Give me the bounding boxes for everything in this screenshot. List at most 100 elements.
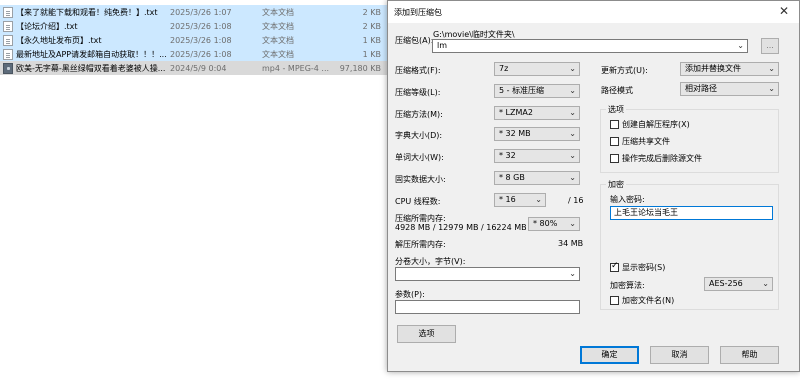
checkbox-box bbox=[610, 137, 619, 146]
enc-method-label: 加密算法: bbox=[610, 281, 645, 290]
file-name: 【论坛介绍】.txt bbox=[16, 21, 78, 31]
help-button[interactable]: 帮助 bbox=[720, 346, 779, 364]
password-input[interactable]: 上毛王论坛当毛王 bbox=[610, 206, 773, 220]
file-row[interactable]: 【论坛介绍】.txt 2025/3/26 1:08 文本文档 2 KB bbox=[0, 19, 387, 33]
enc-method-value: AES-256 bbox=[709, 279, 743, 288]
file-size: 1 KB bbox=[362, 49, 381, 59]
file-row[interactable]: 【来了就能下载和观看！纯免费！】.txt 2025/3/26 1:07 文本文档… bbox=[0, 5, 387, 19]
file-name: 【来了就能下载和观看！纯免费！】.txt bbox=[16, 7, 158, 17]
chevron-down-icon: ⌄ bbox=[762, 279, 769, 288]
shared-checkbox[interactable]: 压缩共享文件 bbox=[610, 136, 670, 147]
word-value: * 32 bbox=[499, 151, 516, 160]
chevron-down-icon: ⌄ bbox=[737, 41, 744, 50]
file-name: 【永久地址发布页】.txt bbox=[16, 35, 102, 45]
file-name: 欧美-无字幕-黑丝绿帽双看着老婆被人操... bbox=[16, 63, 166, 73]
file-type: 文本文档 bbox=[262, 7, 294, 17]
chevron-down-icon: ⌄ bbox=[768, 64, 775, 73]
show-password-checkbox[interactable]: 显示密码(S) bbox=[610, 261, 666, 273]
file-date: 2025/3/26 1:08 bbox=[170, 21, 232, 31]
file-size: 97,180 KB bbox=[339, 63, 381, 73]
close-icon[interactable]: ✕ bbox=[779, 4, 789, 18]
browse-button[interactable]: ... bbox=[761, 38, 779, 54]
file-list: 【来了就能下载和观看！纯免费！】.txt 2025/3/26 1:07 文本文档… bbox=[0, 0, 387, 389]
method-select[interactable]: * LZMA2 ⌄ bbox=[494, 106, 580, 120]
chevron-down-icon: ⌄ bbox=[569, 64, 576, 73]
file-date: 2025/3/26 1:08 bbox=[170, 35, 232, 45]
chevron-down-icon: ⌄ bbox=[569, 173, 576, 182]
method-value: * LZMA2 bbox=[499, 108, 533, 117]
options-group-label: 选项 bbox=[606, 104, 626, 115]
word-select[interactable]: * 32 ⌄ bbox=[494, 149, 580, 163]
threads-select[interactable]: * 16 ⌄ bbox=[494, 193, 546, 207]
params-input[interactable] bbox=[395, 300, 580, 314]
path-mode-label: 路径模式 bbox=[601, 86, 633, 95]
word-label: 单词大小(W): bbox=[395, 153, 444, 162]
chevron-down-icon: ⌄ bbox=[569, 151, 576, 160]
path-mode-value: 相对路径 bbox=[685, 84, 717, 93]
archive-name-combo[interactable]: lm ⌄ bbox=[432, 39, 748, 53]
chevron-down-icon: ⌄ bbox=[535, 195, 542, 204]
delete-source-label: 操作完成后删除源文件 bbox=[622, 154, 702, 163]
dialog-title: 添加到压缩包 bbox=[394, 8, 442, 17]
update-select[interactable]: 添加并替换文件 ⌄ bbox=[680, 62, 779, 76]
solid-label: 固实数据大小: bbox=[395, 175, 446, 184]
solid-value: * 8 GB bbox=[499, 173, 525, 182]
checkbox-box bbox=[610, 120, 619, 129]
chevron-down-icon: ⌄ bbox=[569, 129, 576, 138]
password-label: 输入密码: bbox=[610, 195, 645, 204]
shared-label: 压缩共享文件 bbox=[622, 137, 670, 146]
checkbox-box bbox=[610, 296, 619, 305]
sfx-checkbox[interactable]: 创建自解压程序(X) bbox=[610, 119, 690, 130]
chevron-down-icon: ⌄ bbox=[569, 269, 576, 278]
chevron-down-icon: ⌄ bbox=[569, 86, 576, 95]
checkbox-checked-icon bbox=[610, 261, 619, 272]
solid-select[interactable]: * 8 GB ⌄ bbox=[494, 171, 580, 185]
ok-button[interactable]: 确定 bbox=[580, 346, 639, 364]
file-type: 文本文档 bbox=[262, 49, 294, 59]
dict-value: * 32 MB bbox=[499, 129, 531, 138]
add-to-archive-dialog: 添加到压缩包 ✕ 压缩包(A): G:\movie\临时文件夹\ lm ⌄ ..… bbox=[387, 0, 800, 372]
params-label: 参数(P): bbox=[395, 290, 425, 299]
file-type: 文本文档 bbox=[262, 35, 294, 45]
cancel-button[interactable]: 取消 bbox=[650, 346, 709, 364]
file-type: mp4 - MPEG-4 ... bbox=[262, 63, 330, 73]
delete-source-checkbox[interactable]: 操作完成后删除源文件 bbox=[610, 153, 702, 164]
mem-comp-detail: 4928 MB / 12979 MB / 16224 MB bbox=[395, 223, 527, 232]
file-date: 2024/5/9 0:04 bbox=[170, 63, 227, 73]
file-size: 2 KB bbox=[362, 7, 381, 17]
encrypt-names-checkbox[interactable]: 加密文件名(N) bbox=[610, 295, 674, 306]
threads-total: / 16 bbox=[568, 196, 584, 205]
options-button[interactable]: 选项 bbox=[397, 325, 456, 343]
mem-decomp-value: 34 MB bbox=[558, 239, 584, 248]
file-name: 最新地址及APP请发邮箱自动获取！！！... bbox=[16, 49, 166, 59]
mem-comp-select[interactable]: * 80% ⌄ bbox=[528, 217, 580, 231]
show-password-label: 显示密码(S) bbox=[622, 263, 666, 272]
level-value: 5 - 标准压缩 bbox=[499, 86, 545, 95]
text-file-icon bbox=[3, 34, 13, 46]
dict-select[interactable]: * 32 MB ⌄ bbox=[494, 127, 580, 141]
file-size: 1 KB bbox=[362, 35, 381, 45]
format-value: 7z bbox=[499, 64, 509, 73]
level-label: 压缩等级(L): bbox=[395, 88, 441, 97]
archive-label: 压缩包(A): bbox=[395, 36, 434, 45]
chevron-down-icon: ⌄ bbox=[569, 219, 576, 228]
text-file-icon bbox=[3, 20, 13, 32]
archive-name-value: lm bbox=[437, 41, 448, 50]
dict-label: 字典大小(D): bbox=[395, 131, 443, 140]
format-label: 压缩格式(F): bbox=[395, 66, 441, 75]
text-file-icon bbox=[3, 48, 13, 60]
threads-label: CPU 线程数: bbox=[395, 197, 441, 206]
enc-method-select[interactable]: AES-256 ⌄ bbox=[704, 277, 773, 291]
file-row[interactable]: 最新地址及APP请发邮箱自动获取！！！... 2025/3/26 1:08 文本… bbox=[0, 47, 387, 61]
format-select[interactable]: 7z ⌄ bbox=[494, 62, 580, 76]
file-type: 文本文档 bbox=[262, 21, 294, 31]
mem-comp-value: * 80% bbox=[533, 219, 558, 228]
level-select[interactable]: 5 - 标准压缩 ⌄ bbox=[494, 84, 580, 98]
sfx-label: 创建自解压程序(X) bbox=[622, 120, 690, 129]
file-row[interactable]: 欧美-无字幕-黑丝绿帽双看着老婆被人操... 2024/5/9 0:04 mp4… bbox=[0, 61, 387, 75]
file-row[interactable]: 【永久地址发布页】.txt 2025/3/26 1:08 文本文档 1 KB bbox=[0, 33, 387, 47]
path-mode-select[interactable]: 相对路径 ⌄ bbox=[680, 82, 779, 96]
split-label: 分卷大小，字节(V): bbox=[395, 257, 466, 266]
checkbox-box bbox=[610, 154, 619, 163]
split-size-combo[interactable]: ⌄ bbox=[395, 267, 580, 281]
